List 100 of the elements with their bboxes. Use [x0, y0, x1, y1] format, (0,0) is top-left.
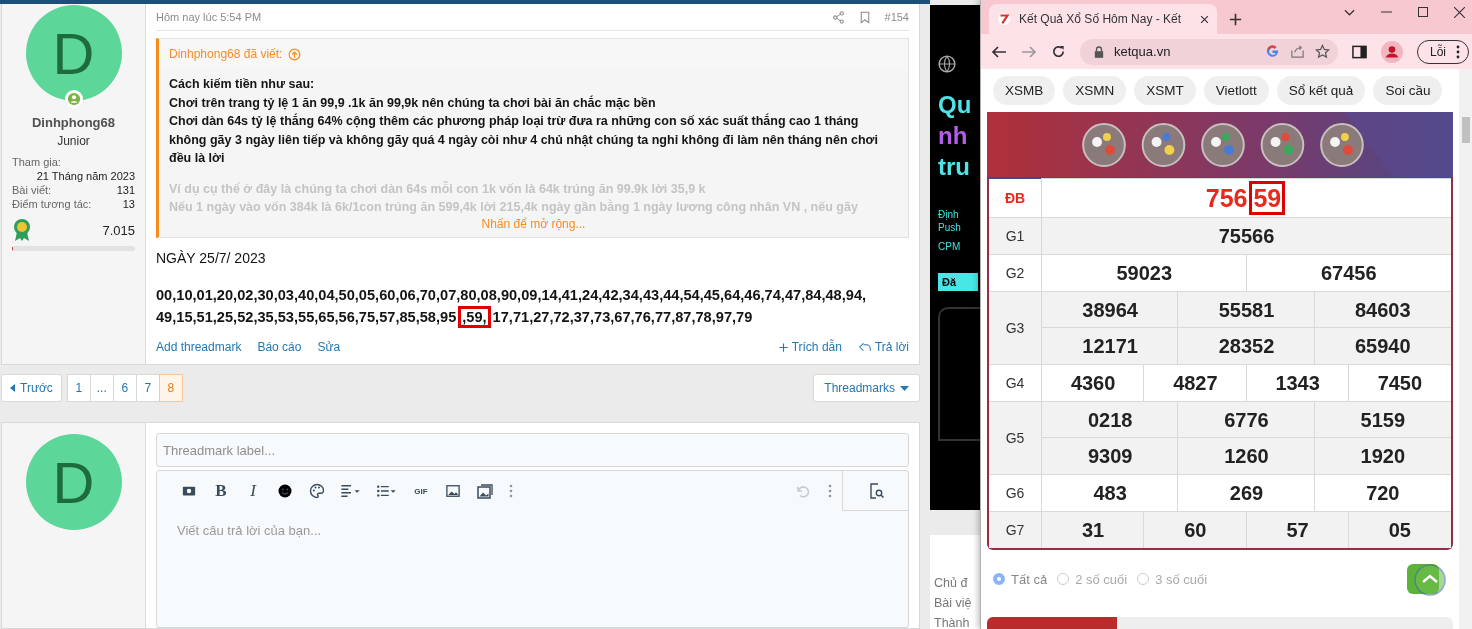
globe-icon [938, 55, 956, 73]
prize-number: 720 [1313, 474, 1451, 511]
prize-number: 269 [1177, 474, 1315, 511]
filter-radio[interactable]: Tất cả [993, 571, 1048, 587]
italic-button[interactable]: I [237, 476, 269, 507]
prize-number: 1260 [1177, 437, 1315, 474]
prize-label: G7 [989, 512, 1042, 548]
avatar[interactable]: D [25, 5, 122, 101]
image-icon [445, 484, 461, 499]
user-title: Junior [57, 134, 90, 148]
gallery-icon [476, 483, 494, 500]
scrollbar[interactable] [1459, 69, 1472, 629]
ad-headline: Qu [938, 90, 973, 120]
address-bar[interactable]: ketqua.vn [1080, 38, 1338, 65]
share-icon [1290, 44, 1305, 59]
minimize-icon [1381, 11, 1392, 13]
stat-label: Điểm tương tác: [12, 198, 92, 210]
ad-headline: tru [938, 152, 971, 182]
caret-left-icon [10, 384, 15, 393]
points-value: 7.015 [102, 222, 135, 238]
preview-button[interactable] [842, 471, 908, 512]
prize-number: 05 [1347, 511, 1451, 548]
avatar[interactable]: D [25, 434, 122, 531]
chevron-down-icon [1344, 8, 1355, 16]
profile-error-button[interactable]: Lỗi [1417, 39, 1469, 64]
reload-icon [1051, 44, 1066, 59]
scroll-top-button[interactable] [1405, 562, 1449, 596]
sidebar-text: Thành [934, 615, 971, 629]
bold-button[interactable]: B [205, 476, 237, 507]
page-button[interactable]: ... [89, 374, 114, 403]
prize-number: 4827 [1143, 364, 1247, 401]
star-icon [1315, 44, 1330, 59]
advertisement[interactable]: Qu nh tru Định Push CPM Đă [930, 5, 980, 510]
prize-number: 9309 [1041, 437, 1179, 474]
nav-chip[interactable]: Sổ kết quả [1276, 76, 1366, 105]
ad-button[interactable]: Đă [938, 273, 978, 291]
previous-button[interactable]: Trước [1, 374, 62, 403]
prize-number: 75566 [1041, 217, 1451, 254]
quote-link[interactable]: Trích dẫn [777, 340, 842, 355]
quote-text: Chơi trên trang tỷ lệ 1 ăn 99,9 .1k ăn 99,9k nên chúng ta chơi bài ăn chắc mặc bền [169, 94, 657, 112]
highlight-box: ,59, [458, 305, 491, 329]
prize-label: G5 [989, 402, 1042, 474]
stat-label: Bài viết: [12, 184, 52, 196]
page-button[interactable]: 8 [158, 374, 183, 403]
prize-number: 57 [1245, 511, 1349, 548]
prize-number: 5159 [1313, 401, 1451, 438]
ad-headline: nh [938, 121, 969, 151]
page-button[interactable]: 6 [112, 374, 137, 403]
quote-text: Cách kiếm tiền như sau: [169, 76, 316, 93]
prize-number: 60 [1143, 511, 1247, 548]
profile-icon [1381, 40, 1403, 63]
action-link[interactable]: Add threadmark [156, 340, 242, 355]
prize-number: 59023 [1041, 254, 1247, 291]
post-time[interactable]: Hôm nay lúc 5:54 PM [156, 11, 818, 23]
nav-chip[interactable]: XSMT [1134, 76, 1196, 105]
close-icon [1454, 6, 1465, 18]
nav-chip[interactable]: XSMB [993, 76, 1056, 105]
threadmarks-button[interactable]: Threadmarks [813, 374, 920, 403]
g-icon [1265, 44, 1280, 59]
prize-number: 31 [1041, 511, 1145, 548]
prize-number: 1343 [1245, 364, 1349, 401]
side-panel-icon [1352, 44, 1367, 59]
reply-editor[interactable]: B I GIF Viết câu trả lời của bạn... [156, 470, 909, 628]
lock-icon [1094, 45, 1104, 58]
prize-number: 6776 [1177, 401, 1315, 438]
stat-label: Tham gia: [12, 156, 62, 168]
nav-chip[interactable]: Vietlott [1203, 76, 1269, 105]
number-list: 49,15,51,25,52,35,53,55,65,56,75,57,85,58,95 ,59, 17,71,27,72,37,73,67,76,77,87,78,97,79 [156, 305, 909, 329]
more-icon [828, 484, 832, 499]
action-link[interactable]: Báo cáo [257, 340, 302, 355]
bookmark-icon [858, 10, 871, 24]
threadmark-field[interactable]: Threadmark label... [156, 433, 909, 468]
stat-value: 21 Tháng năm 2023 [35, 170, 135, 182]
back-icon [991, 43, 1007, 60]
prize-number: 12171 [1041, 327, 1179, 364]
page-button[interactable]: 7 [135, 374, 160, 403]
nav-chip[interactable]: XSMN [1063, 76, 1127, 105]
site-logo-icon [997, 12, 1011, 26]
prize-number: 7450 [1347, 364, 1451, 401]
nav-chip[interactable]: Soi cầu [1373, 76, 1443, 105]
action-link[interactable]: Sửa [317, 340, 341, 355]
prize-number: 65940 [1313, 327, 1451, 364]
trophy-icon [12, 218, 32, 242]
prize-number: 28352 [1177, 327, 1315, 364]
page-button[interactable]: 1 [66, 374, 91, 403]
browser-tab[interactable]: Kết Quả Xổ Số Hôm Nay - Kết [989, 4, 1217, 34]
prize-number: 67456 [1245, 254, 1451, 291]
more-icon [1456, 44, 1460, 59]
share-icon [831, 10, 845, 24]
username[interactable]: Dinhphong68 [31, 115, 115, 130]
maximize-icon [1418, 7, 1428, 17]
post-text: NGÀY 25/7/ 2023 [156, 249, 267, 266]
gif-button[interactable]: GIF [405, 476, 437, 507]
reply-link[interactable]: Trả lời [857, 340, 909, 355]
number-list: 00,10,01,20,02,30,03,40,04,50,05,60,06,70,07,80,08,90,09,14,41,24,42,34,43,44,54,45,64,46,74,47,84,48,94, [156, 283, 909, 306]
more-icon [509, 484, 513, 499]
prize-number: 4360 [1041, 364, 1145, 401]
post-number[interactable]: #154 [884, 11, 909, 23]
prize-number: 84603 [1313, 291, 1451, 328]
stat-value: 131 [116, 184, 135, 196]
